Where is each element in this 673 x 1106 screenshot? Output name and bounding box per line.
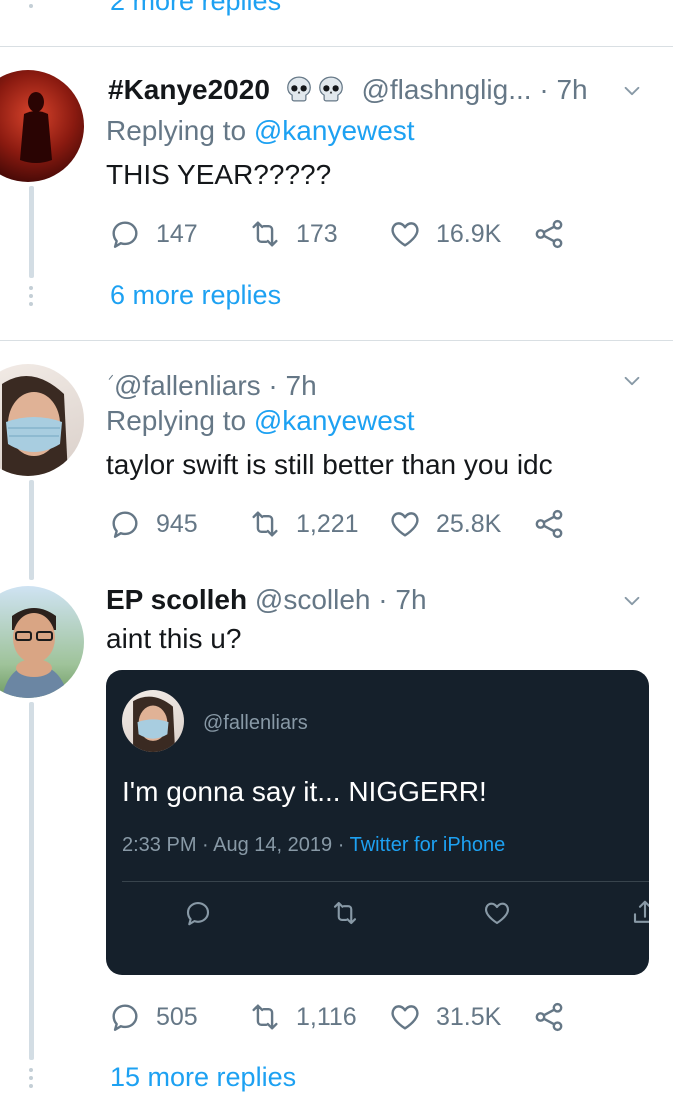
chevron-down-icon[interactable] <box>621 590 643 612</box>
reply-button[interactable]: 505 <box>108 997 198 1037</box>
avatar[interactable] <box>0 364 84 476</box>
thread-line <box>29 702 34 1060</box>
tweet-header: ᐟ@fallenliars · 7h <box>108 363 317 403</box>
tweet-header: #Kanye2020 @flashnglig... · 7h <box>108 73 588 107</box>
retweet-button[interactable]: 1,221 <box>248 504 359 544</box>
share-icon <box>633 900 649 923</box>
like-button[interactable]: 16.9K <box>388 214 501 254</box>
replying-prefix: Replying to <box>106 405 247 436</box>
avatar <box>122 690 184 752</box>
reply-button[interactable]: 945 <box>108 504 198 544</box>
divider <box>0 340 673 341</box>
avatar-person-icon <box>2 376 68 476</box>
avatar-figure-icon <box>20 92 52 163</box>
separator: · <box>268 370 278 401</box>
tweet-actions: 505 1,116 31.5K <box>108 997 578 1037</box>
reply-count: 505 <box>156 1002 198 1031</box>
retweet-icon <box>330 898 360 928</box>
quoted-source: Twitter for iPhone <box>349 834 506 856</box>
retweet-count: 1,221 <box>296 509 359 538</box>
thread-dots <box>29 0 33 8</box>
share-button[interactable] <box>532 997 566 1037</box>
avatar[interactable] <box>0 70 84 182</box>
reply-button[interactable]: 147 <box>108 214 198 254</box>
heart-icon <box>388 217 422 251</box>
thread-dots <box>29 286 33 306</box>
replying-prefix: Replying to <box>106 115 247 146</box>
like-count: 25.8K <box>436 509 502 538</box>
share-button[interactable] <box>532 214 566 254</box>
like-button[interactable]: 25.8K <box>388 504 501 544</box>
timestamp[interactable]: 7h <box>395 584 426 615</box>
handle[interactable]: @flashnglig... <box>361 74 531 105</box>
retweet-button[interactable]: 173 <box>248 214 338 254</box>
reply-count: 945 <box>156 509 198 538</box>
reply-count: 147 <box>156 219 198 248</box>
divider <box>0 46 673 47</box>
reply-icon <box>108 1000 142 1034</box>
separator: · <box>378 584 388 615</box>
share-icon <box>532 1000 566 1034</box>
replying-to-handle[interactable]: @kanyewest <box>254 115 415 146</box>
tweet-text: aint this u? <box>106 623 242 654</box>
share-button[interactable] <box>532 504 566 544</box>
skull-emoji-icon <box>316 74 346 104</box>
more-replies-link[interactable]: 15 more replies <box>110 1062 296 1093</box>
attached-image[interactable]: @fallenliars I'm gonna say it... NIGGERR… <box>106 670 649 975</box>
tweet-header: EP scolleh @scolleh · 7h <box>106 583 427 617</box>
retweet-icon <box>248 507 282 541</box>
handle[interactable]: @fallenliars <box>114 370 261 401</box>
like-count: 16.9K <box>436 219 502 248</box>
tweet-text: taylor swift is still better than you id… <box>106 449 553 480</box>
timestamp[interactable]: 7h <box>556 74 587 105</box>
more-replies-link[interactable]: 6 more replies <box>110 280 281 311</box>
reply-icon <box>108 507 142 541</box>
replying-to: Replying to @kanyewest <box>106 114 415 148</box>
like-count: 31.5K <box>436 1002 502 1031</box>
retweet-icon <box>248 217 282 251</box>
chevron-down-icon[interactable] <box>621 370 643 392</box>
replying-to: Replying to @kanyewest <box>106 404 415 438</box>
avatar-person-icon <box>133 696 176 752</box>
heart-icon <box>388 507 422 541</box>
separator: · <box>539 74 549 105</box>
quoted-meta: 2:33 PM · Aug 14, 2019 · Twitter for iPh… <box>122 834 505 857</box>
heart-icon <box>482 898 512 928</box>
tweet-actions: 147 173 16.9K <box>108 214 578 254</box>
thread-line <box>29 186 34 278</box>
handle[interactable]: @scolleh <box>255 584 371 615</box>
skull-emoji-icon <box>284 74 314 104</box>
like-button[interactable]: 31.5K <box>388 997 501 1037</box>
divider <box>122 881 649 882</box>
quoted-timestamp: 2:33 PM · Aug 14, 2019 · <box>122 834 345 856</box>
reply-icon <box>108 217 142 251</box>
tweet-text: THIS YEAR????? <box>106 159 332 190</box>
tweet-actions: 945 1,221 25.8K <box>108 504 578 544</box>
replying-to-handle[interactable]: @kanyewest <box>254 405 415 436</box>
retweet-icon <box>248 1000 282 1034</box>
quoted-text: I'm gonna say it... NIGGERR! <box>122 776 487 807</box>
avatar[interactable] <box>0 586 84 698</box>
chevron-down-icon[interactable] <box>621 80 643 102</box>
retweet-button[interactable]: 1,116 <box>248 997 357 1037</box>
display-name[interactable]: EP scolleh <box>106 584 247 615</box>
thread-line <box>29 480 34 580</box>
more-replies-link[interactable]: 2 more replies <box>110 0 281 17</box>
retweet-count: 1,116 <box>296 1002 357 1031</box>
retweet-count: 173 <box>296 219 338 248</box>
quoted-handle: @fallenliars <box>203 712 308 734</box>
heart-icon <box>388 1000 422 1034</box>
share-icon <box>532 507 566 541</box>
display-name[interactable]: #Kanye2020 <box>108 74 270 105</box>
avatar-person-icon <box>2 608 68 698</box>
thread-dots <box>29 1068 33 1088</box>
timestamp[interactable]: 7h <box>286 370 317 401</box>
reply-icon <box>183 898 213 928</box>
share-icon <box>532 217 566 251</box>
